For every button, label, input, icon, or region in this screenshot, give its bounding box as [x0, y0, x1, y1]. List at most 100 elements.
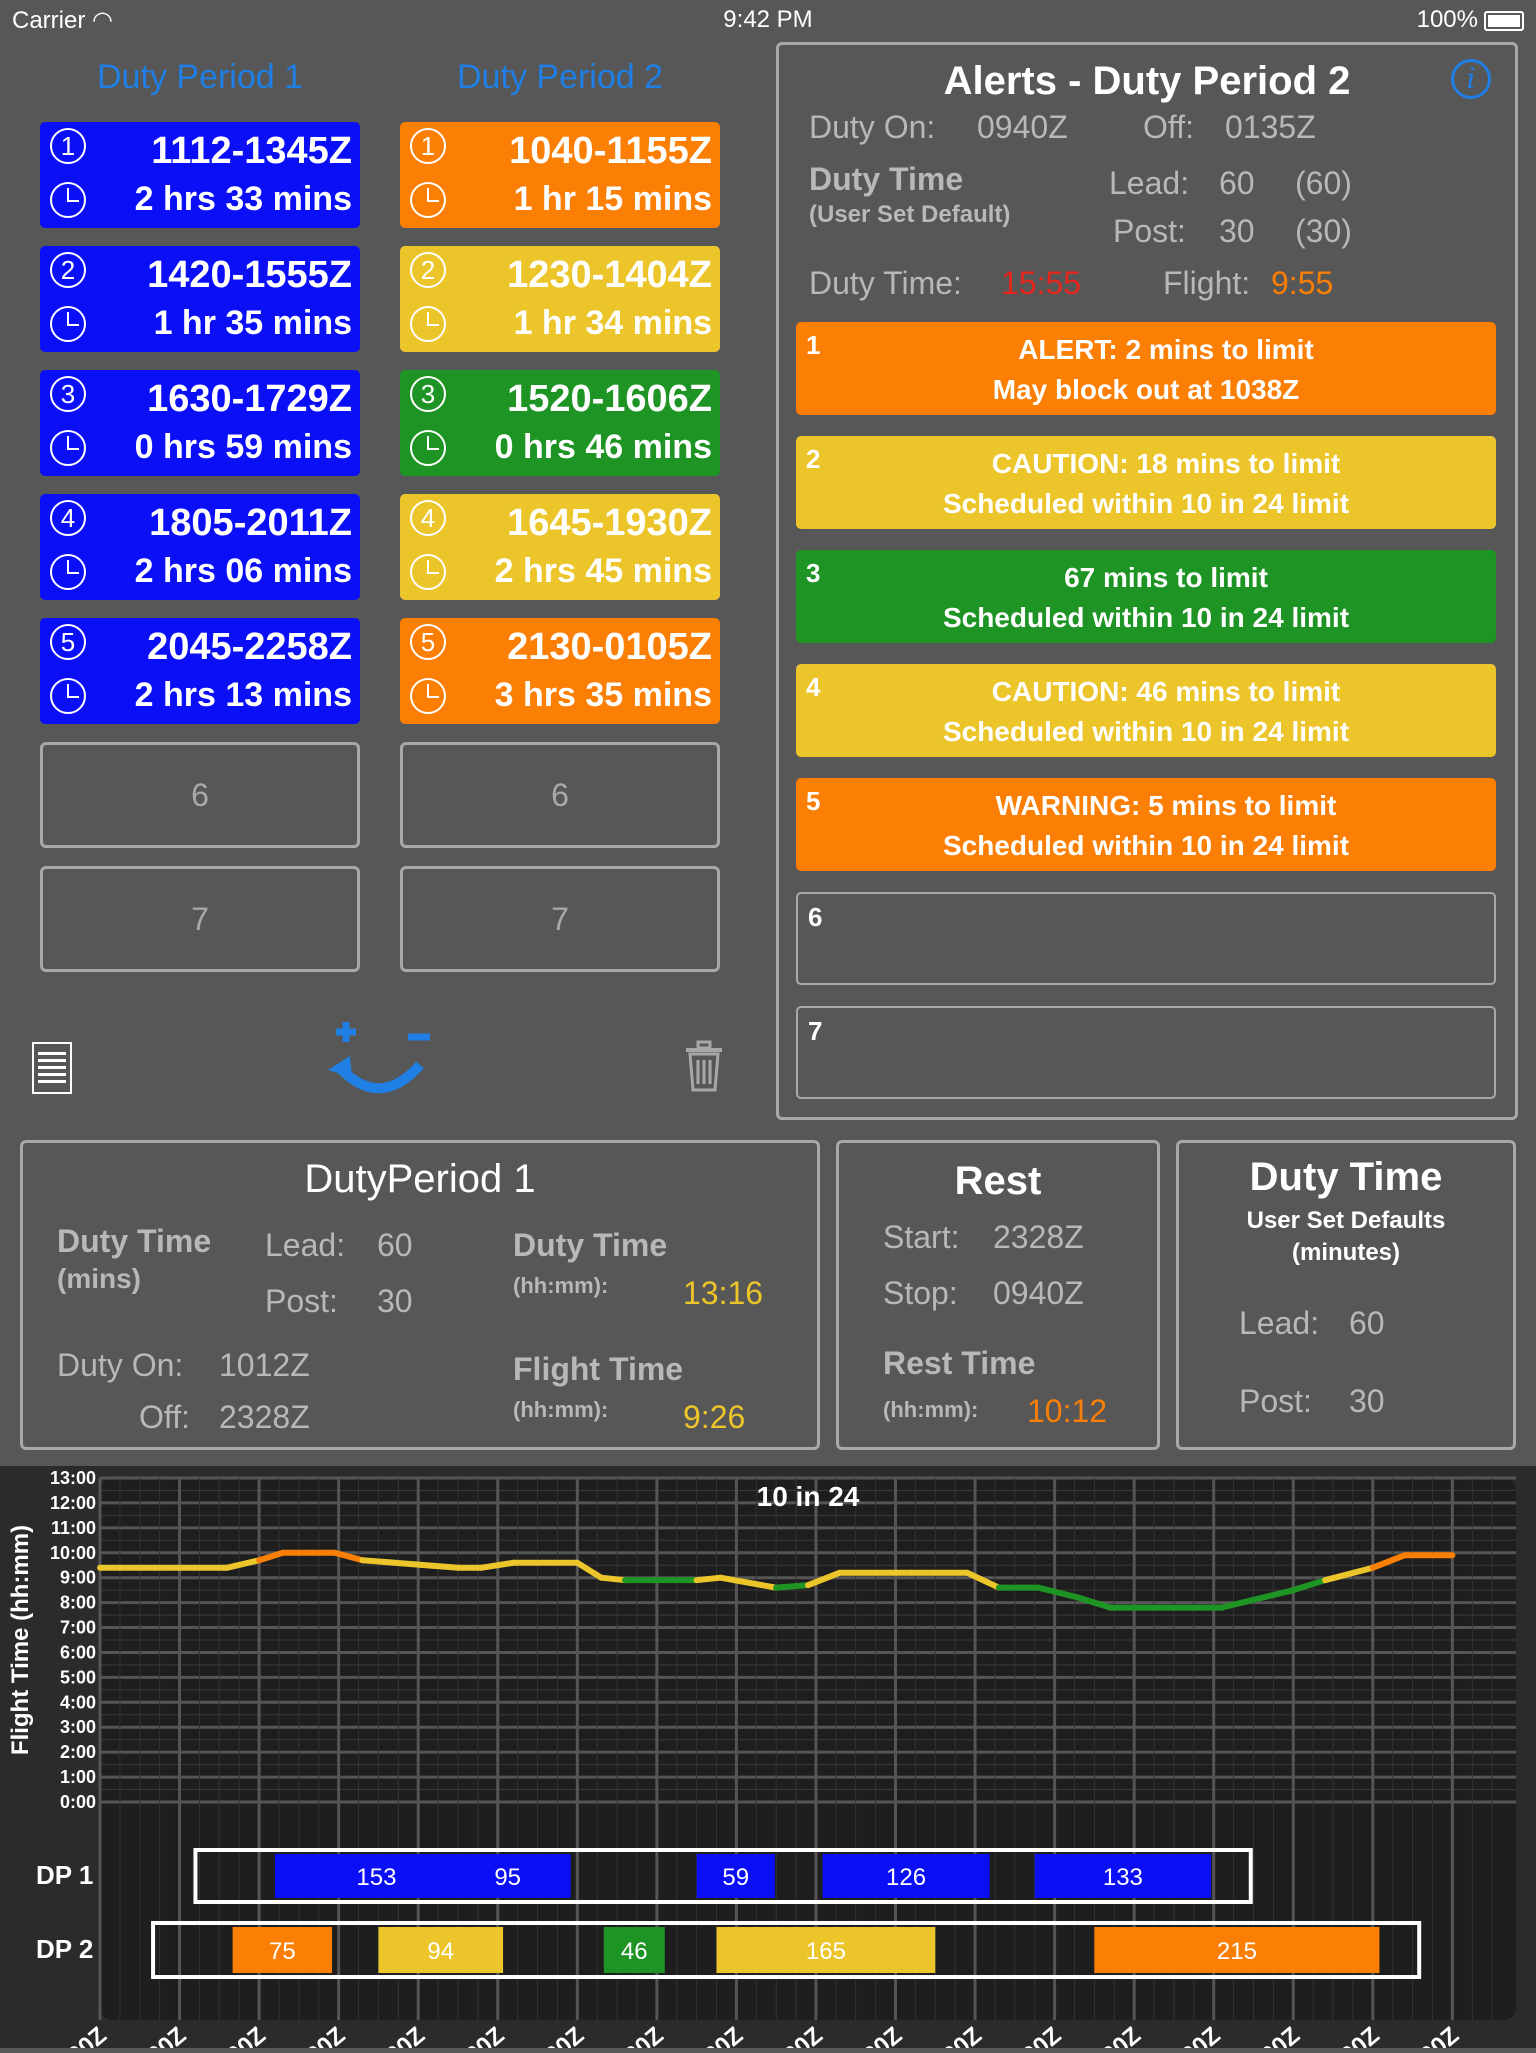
number-circle-icon: 5 — [410, 624, 446, 660]
flight-duration: 2 hrs 06 mins — [134, 552, 352, 590]
summary-off-value: 2328Z — [219, 1399, 310, 1435]
flight-time-range: 1520-1606Z — [507, 378, 712, 420]
flight-duration: 2 hrs 13 mins — [134, 676, 352, 714]
rest-time-label: Rest Time — [883, 1345, 1036, 1381]
flight-time-range: 2045-2258Z — [147, 626, 352, 668]
chart-title: 10 in 24 — [757, 1481, 860, 1512]
alert-line-1: CAUTION: 18 mins to limit — [991, 448, 1341, 479]
y-tick-label: 12:00 — [50, 1493, 96, 1513]
alert-item-4[interactable]: 4 CAUTION: 46 mins to limit Scheduled with… — [796, 664, 1496, 757]
alert-line-2: Scheduled within 10 in 24 limit — [942, 602, 1350, 633]
defaults-lead-value[interactable]: 60 — [1349, 1305, 1385, 1342]
dp1-flight-5[interactable]: 5 2045-2258Z 2 hrs 13 mins — [40, 618, 360, 724]
defaults-sub2: (minutes) — [1292, 1239, 1400, 1266]
battery-label: 100% — [1417, 6, 1524, 34]
flight-value: 9:55 — [1271, 265, 1334, 301]
swap-periods-icon[interactable] — [320, 1020, 440, 1100]
alert-item-6[interactable]: 6 — [796, 892, 1496, 985]
bar-value-label: 133 — [1103, 1864, 1143, 1891]
rest-panel: Rest Start: 2328Z Stop: 0940Z Rest Time … — [836, 1140, 1160, 1450]
flight-duration: 0 hrs 59 mins — [134, 428, 352, 466]
number-circle-icon: 1 — [50, 128, 86, 164]
number-circle-icon: 4 — [50, 500, 86, 536]
post-default: (30) — [1295, 213, 1352, 249]
number-circle-icon: 5 — [50, 624, 86, 660]
dp2-empty-slot-6[interactable]: 6 — [400, 742, 720, 848]
lead-default: (60) — [1295, 165, 1352, 201]
list-menu-icon[interactable] — [32, 1042, 72, 1094]
off-label: Off: — [1143, 109, 1194, 145]
dp2-flight-1[interactable]: 1 1040-1155Z 1 hr 15 mins — [400, 122, 720, 228]
clock-icon — [410, 182, 446, 218]
alert-number: 6 — [808, 902, 823, 932]
user-set-label: (User Set Default) — [809, 201, 1011, 228]
alert-item-1[interactable]: 1 ALERT: 2 mins to limit May block out at … — [796, 322, 1496, 415]
flight-time-range: 2130-0105Z — [507, 626, 712, 668]
dp2-flight-3[interactable]: 3 1520-1606Z 0 hrs 46 mins — [400, 370, 720, 476]
battery-icon — [1484, 10, 1524, 31]
clock-icon — [410, 678, 446, 714]
trash-icon[interactable] — [684, 1040, 724, 1092]
alert-item-3[interactable]: 3 67 mins to limit Scheduled within 10 in … — [796, 550, 1496, 643]
y-tick-label: 0:00 — [60, 1792, 96, 1812]
dp2-flight-4[interactable]: 4 1645-1930Z 2 hrs 45 mins — [400, 494, 720, 600]
dp2-title[interactable]: Duty Period 2 — [400, 58, 720, 97]
duty-on-label: Duty On: — [809, 109, 936, 145]
y-tick-label: 2:00 — [60, 1742, 96, 1762]
alert-line-2: Scheduled within 10 in 24 limit — [942, 716, 1350, 747]
alert-item-7[interactable]: 7 — [796, 1006, 1496, 1099]
summary-lead-value: 60 — [377, 1227, 413, 1263]
rest-time-value: 10:12 — [1027, 1393, 1108, 1429]
alert-item-5[interactable]: 5 WARNING: 5 mins to limit Scheduled withi… — [796, 778, 1496, 871]
x-tick-label: 2100Z — [997, 2022, 1066, 2048]
off-value: 0135Z — [1225, 109, 1316, 145]
number-circle-icon: 3 — [50, 376, 86, 412]
summary-mins-label: (mins) — [57, 1263, 141, 1294]
dp1-flight-2[interactable]: 2 1420-1555Z 1 hr 35 mins — [40, 246, 360, 352]
flight-duration: 0 hrs 46 mins — [494, 428, 712, 466]
y-tick-label: 7:00 — [60, 1618, 96, 1638]
bar-row-label: DP 1 — [36, 1860, 93, 1890]
dp1-title[interactable]: Duty Period 1 — [40, 58, 360, 97]
dp1-empty-slot-7[interactable]: 7 — [40, 866, 360, 972]
info-icon[interactable]: i — [1451, 59, 1491, 99]
x-tick-label: 1800Z — [758, 2022, 827, 2048]
defaults-post-value[interactable]: 30 — [1349, 1383, 1385, 1420]
clock-icon — [50, 306, 86, 342]
summary-duty-on-value: 1012Z — [219, 1347, 310, 1383]
dp2-empty-slot-7[interactable]: 7 — [400, 866, 720, 972]
number-circle-icon: 2 — [410, 252, 446, 288]
x-tick-label: 1900Z — [838, 2022, 907, 2048]
rest-time-unit: (hh:mm): — [883, 1397, 979, 1422]
y-axis-label: Flight Time (hh:mm) — [7, 1525, 34, 1755]
flight-time-range: 1230-1404Z — [507, 254, 712, 296]
dp2-flight-2[interactable]: 2 1230-1404Z 1 hr 34 mins — [400, 246, 720, 352]
number-circle-icon: 1 — [410, 128, 446, 164]
duty-period-summary-panel: DutyPeriod 1 Duty Time (mins) Lead: 60 P… — [20, 1140, 820, 1450]
duty-on-value: 0940Z — [977, 109, 1068, 145]
x-tick-label: 1100Z — [202, 2022, 270, 2048]
dp1-flight-4[interactable]: 4 1805-2011Z 2 hrs 06 mins — [40, 494, 360, 600]
x-tick-label: 1000Z — [122, 2022, 191, 2048]
x-tick-label: 0000Z — [1236, 2022, 1305, 2048]
flight-duration: 3 hrs 35 mins — [494, 676, 712, 714]
x-tick-label: 0200Z — [1395, 2022, 1464, 2048]
ten-in-24-chart: 0:00 1:00 2:00 3:00 4:00 5:00 6:00 7:00 8:00 9:00… — [0, 1466, 1536, 2053]
dp1-empty-slot-6[interactable]: 6 — [40, 742, 360, 848]
bar-row-label: DP 2 — [36, 1934, 93, 1964]
x-tick-label: 1200Z — [281, 2022, 350, 2048]
dp1-flight-1[interactable]: 1 1112-1345Z 2 hrs 33 mins — [40, 122, 360, 228]
rest-stop-value: 0940Z — [993, 1275, 1084, 1311]
flight-duration: 1 hr 15 mins — [513, 180, 712, 218]
dp1-flight-3[interactable]: 3 1630-1729Z 0 hrs 59 mins — [40, 370, 360, 476]
bar-value-label: 126 — [886, 1864, 926, 1891]
rest-stop-label: Stop: — [883, 1275, 958, 1311]
x-tick-label: 0900Z — [42, 2022, 111, 2048]
bar-value-label: 46 — [621, 1938, 648, 1965]
x-tick-label: 2000Z — [917, 2022, 986, 2048]
y-tick-label: 10:00 — [50, 1543, 96, 1563]
dp2-flight-5[interactable]: 5 2130-0105Z 3 hrs 35 mins — [400, 618, 720, 724]
post-value: 30 — [1219, 213, 1255, 249]
lead-label: Lead: — [1109, 165, 1190, 201]
alert-item-2[interactable]: 2 CAUTION: 18 mins to limit Scheduled with… — [796, 436, 1496, 529]
